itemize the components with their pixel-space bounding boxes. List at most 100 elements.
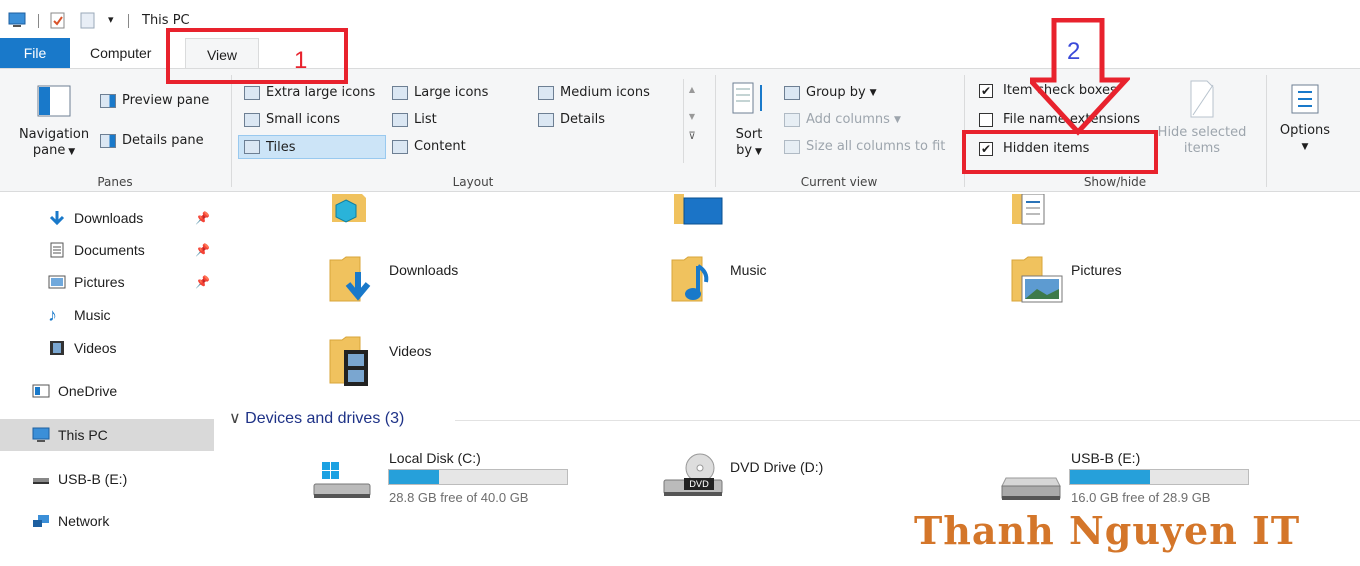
nav-item-downloads[interactable]: Downloads 📌	[0, 203, 214, 233]
nav-item-onedrive[interactable]: OneDrive	[0, 376, 214, 406]
layout-tiles[interactable]: Tiles	[238, 135, 386, 159]
tab-file[interactable]: File	[0, 38, 70, 68]
scroll-down-icon[interactable]: ▼	[684, 112, 700, 121]
group-by-label: Group by	[806, 85, 866, 100]
drive-d[interactable]: DVD	[662, 452, 724, 508]
layout-medium-icons[interactable]: Medium icons	[538, 85, 650, 100]
hide-selected-icon	[1187, 79, 1217, 119]
folder-pictures[interactable]	[1010, 256, 1066, 310]
nav-item-pictures[interactable]: Pictures 📌	[0, 267, 214, 297]
folder-3d-objects[interactable]	[328, 194, 372, 232]
group-by-button[interactable]: Group by ▼	[784, 85, 877, 100]
large-icons-icon	[392, 85, 408, 100]
folder-name-videos: Videos	[389, 343, 432, 359]
layout-list[interactable]: List	[392, 112, 437, 127]
properties-icon[interactable]	[50, 12, 66, 34]
hide-selected-label-2: items	[1183, 141, 1221, 156]
music-folder-icon	[670, 256, 722, 310]
drive-c-usage-bar	[388, 469, 568, 485]
devices-section-header[interactable]: ∨ Devices and drives (3)	[229, 408, 404, 428]
sort-by-icon	[731, 79, 767, 119]
group-by-icon	[784, 85, 800, 100]
drive-c-usage-fill	[389, 470, 439, 484]
nav-item-label: Downloads	[74, 210, 144, 226]
nav-item-network[interactable]: Network	[0, 506, 214, 536]
customize-toolbar-icon[interactable]: ▾	[108, 13, 114, 26]
add-columns-icon	[784, 112, 800, 127]
tab-computer[interactable]: Computer	[90, 45, 151, 61]
music-icon: ♪	[48, 305, 57, 325]
folder-desktop[interactable]	[670, 194, 726, 232]
pin-icon[interactable]: 📌	[195, 211, 210, 225]
navigation-pane-button[interactable]: Navigation pane ▼	[14, 85, 94, 160]
navigation-pane-label: Navigation	[18, 127, 90, 142]
pin-icon[interactable]: 📌	[195, 275, 210, 289]
options-button[interactable]: Options ▼	[1272, 83, 1338, 155]
nav-item-label: Videos	[74, 340, 117, 356]
videos-folder-icon	[328, 336, 380, 392]
drive-e-name: USB-B (E:)	[1071, 450, 1141, 466]
chevron-down-icon: ∨	[229, 410, 246, 427]
layout-small-icons[interactable]: Small icons	[244, 112, 340, 127]
documents-folder-icon	[1010, 193, 1054, 232]
drive-c[interactable]	[312, 458, 372, 506]
current-view-group-label: Current view	[800, 175, 878, 189]
nav-item-music[interactable]: ♪ Music	[0, 300, 214, 330]
nav-item-label: OneDrive	[58, 383, 118, 399]
chevron-down-icon: ▼	[869, 87, 877, 98]
gallery-more-icon[interactable]: ⊽	[684, 131, 700, 142]
details-pane-button[interactable]: Details pane	[100, 133, 204, 148]
layout-item-label: Details	[560, 112, 606, 127]
annotation-box-view-tab	[166, 28, 348, 84]
preview-pane-button[interactable]: Preview pane	[100, 93, 209, 108]
size-all-columns-button[interactable]: Size all columns to fit	[784, 139, 945, 154]
nav-item-videos[interactable]: Videos	[0, 333, 214, 363]
add-columns-button[interactable]: Add columns ▼	[784, 112, 901, 127]
content-icon	[392, 139, 408, 154]
preview-pane-label: Preview pane	[122, 93, 210, 108]
desktop-icon	[670, 194, 726, 232]
section-divider	[455, 420, 1360, 421]
layout-item-label: Medium icons	[560, 85, 650, 100]
hide-selected-label: Hide selected	[1157, 125, 1247, 140]
folder-videos[interactable]	[328, 336, 380, 392]
documents-icon	[48, 242, 66, 258]
new-folder-icon[interactable]	[80, 12, 96, 34]
layout-details[interactable]: Details	[538, 112, 605, 127]
folder-downloads[interactable]	[328, 256, 380, 310]
downloads-folder-icon	[328, 256, 380, 310]
layout-gallery-scrollbar[interactable]: ▲ ▼ ⊽	[683, 79, 700, 163]
network-icon	[32, 513, 50, 529]
layout-item-label: Extra large icons	[266, 85, 376, 100]
layout-item-label: Tiles	[266, 139, 296, 155]
navigation-pane-icon	[37, 85, 71, 117]
folder-documents[interactable]	[1010, 193, 1054, 232]
nav-item-usb[interactable]: USB-B (E:)	[0, 464, 214, 494]
size-all-columns-label: Size all columns to fit	[806, 139, 946, 154]
panes-group: Navigation pane ▼ Preview pane Details p…	[0, 69, 230, 191]
folder-music[interactable]	[670, 256, 722, 310]
pin-icon[interactable]: 📌	[195, 243, 210, 257]
computer-icon	[32, 427, 50, 443]
sort-by-label-2: by	[736, 143, 753, 158]
usb-drive-icon	[32, 471, 50, 487]
sort-by-button[interactable]: Sort by ▼	[726, 79, 772, 160]
group-separator	[1266, 75, 1267, 187]
computer-icon	[8, 12, 26, 32]
layout-large-icons[interactable]: Large icons	[392, 85, 488, 100]
hide-selected-items-button[interactable]: Hide selected items	[1155, 79, 1249, 157]
layout-extra-large-icons[interactable]: Extra large icons	[244, 85, 375, 100]
nav-item-this-pc[interactable]: This PC	[0, 419, 214, 451]
tiles-icon	[244, 140, 260, 154]
nav-item-documents[interactable]: Documents 📌	[0, 235, 214, 265]
checkbox-checked-icon: ✔	[979, 83, 993, 98]
scroll-up-icon[interactable]: ▲	[684, 85, 700, 94]
drive-e-usage-fill	[1070, 470, 1151, 484]
drive-e-free: 16.0 GB free of 28.9 GB	[1071, 490, 1211, 505]
qa-separator	[128, 14, 129, 28]
navigation-pane-label-2: pane	[32, 143, 66, 158]
small-icons-icon	[244, 112, 260, 127]
drive-e[interactable]	[1000, 470, 1062, 508]
usb-drive-icon	[1000, 477, 1062, 508]
layout-content[interactable]: Content	[392, 139, 466, 154]
